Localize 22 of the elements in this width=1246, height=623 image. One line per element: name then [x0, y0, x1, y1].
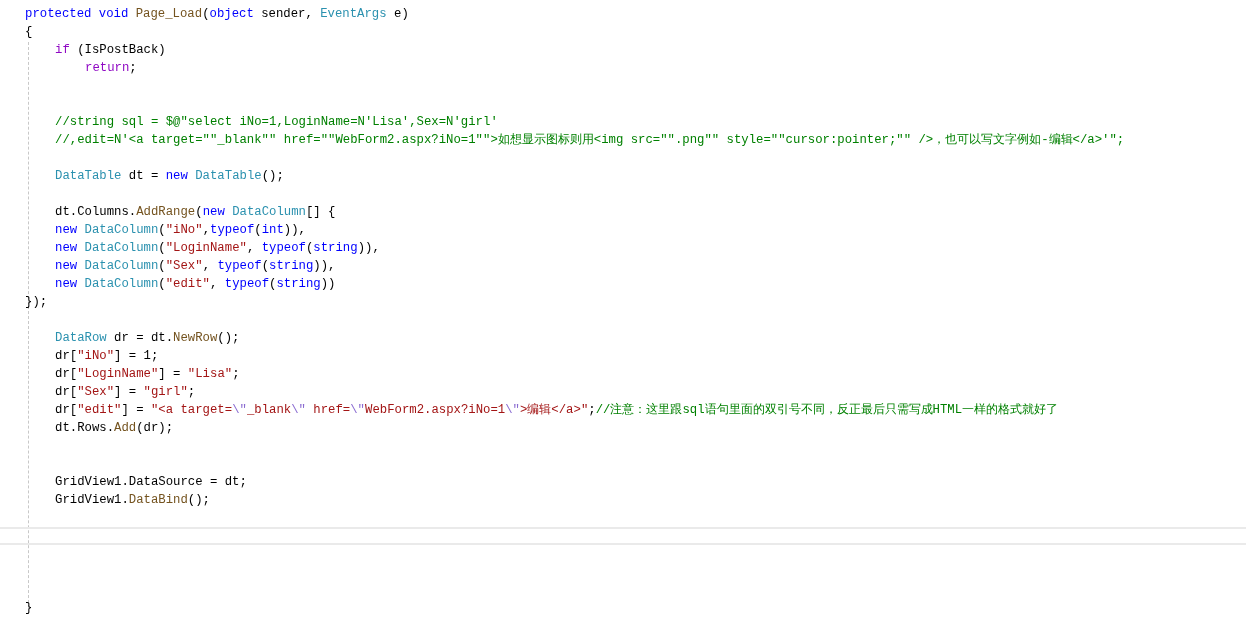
code-line: //,edit=N'<a target=""_blank"" href=""WebForm2.aspx?iNo=1"">如想显示图标则用<img src="".png"" style=""cursor:pointer;"" />，也可以写文字例如-编辑</a>'";	[55, 133, 1125, 147]
code-line: new DataColumn("iNo",typeof(int)),	[55, 223, 306, 237]
code-line: GridView1.DataBind();	[55, 493, 210, 507]
code-line: dr["iNo"] = 1;	[55, 349, 159, 363]
code-line: new DataColumn("LoginName", typeof(string)),	[55, 241, 380, 255]
code-line: new DataColumn("Sex", typeof(string)),	[55, 259, 336, 273]
code-line: protected void Page_Load(object sender, EventArgs e)	[25, 7, 409, 21]
code-line: GridView1.DataSource = dt;	[55, 475, 247, 489]
code-line: dr["LoginName"] = "Lisa";	[55, 367, 240, 381]
code-line: return;	[85, 61, 137, 75]
code-line: if (IsPostBack)	[55, 43, 166, 57]
code-line: dr["Sex"] = "girl";	[55, 385, 196, 399]
code-line: {	[25, 25, 33, 39]
code-line: dt.Rows.Add(dr);	[55, 421, 174, 435]
code-line: dt.Columns.AddRange(new DataColumn[] {	[55, 205, 336, 219]
code-line: new DataColumn("edit", typeof(string))	[55, 277, 336, 291]
code-line: }	[25, 601, 33, 615]
code-line: dr["edit"] = "<a target=\"_blank\" href=\"WebForm2.aspx?iNo=1\">编辑</a>";//注意：这里跟sql语句里面的双引号不同，反正最后只需写成HTML一样的格式就好了	[55, 403, 1059, 417]
code-line: DataTable dt = new DataTable();	[55, 169, 284, 183]
code-line: DataRow dr = dt.NewRow();	[55, 331, 240, 345]
code-line: //string sql = $@"select iNo=1,LoginName=N'Lisa',Sex=N'girl'	[55, 115, 498, 129]
code-line: });	[25, 295, 48, 309]
